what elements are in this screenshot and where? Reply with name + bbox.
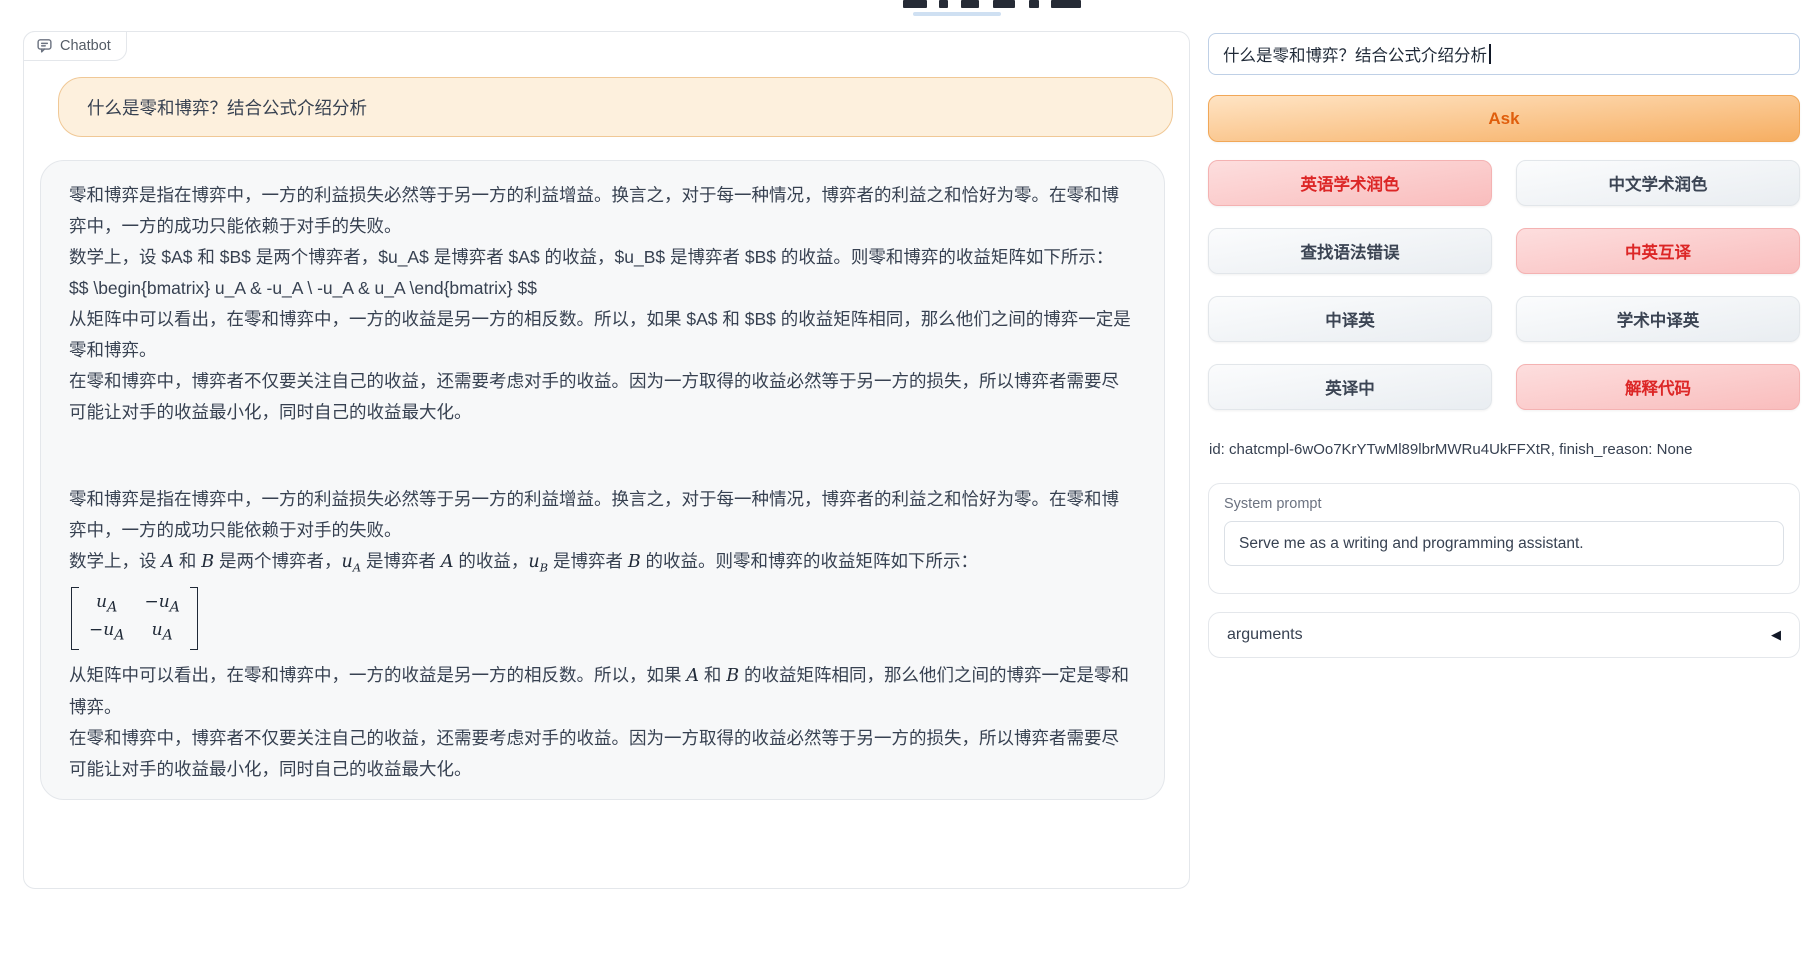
arguments-accordion-label: arguments: [1227, 626, 1303, 644]
bot-paragraph: 零和博弈是指在博弈中，一方的利益损失必然等于另一方的利益增益。换言之，对于每一种…: [69, 484, 1136, 546]
chatbot-label: Chatbot: [60, 38, 111, 54]
arguments-accordion[interactable]: arguments ◀: [1208, 612, 1800, 658]
text-caret: [1489, 44, 1491, 64]
title-fragment: [1029, 0, 1039, 8]
paragraph-gap: [69, 428, 1136, 484]
completion-status-line: id: chatcmpl-6wOo7KrYTwMl89lbrMWRu4UkFFX…: [1209, 440, 1801, 460]
chat-bubble-icon: [36, 37, 53, 54]
system-prompt-value: Serve me as a writing and programming as…: [1239, 535, 1584, 553]
ask-button[interactable]: Ask: [1208, 95, 1800, 142]
question-input[interactable]: 什么是零和博弈？结合公式介绍分析: [1208, 33, 1800, 75]
bot-paragraph: 在零和博弈中，博弈者不仅要关注自己的收益，还需要考虑对手的收益。因为一方取得的收…: [69, 366, 1136, 428]
system-prompt-card: System prompt Serve me as a writing and …: [1208, 483, 1800, 594]
action-button-chinese-academic-polish[interactable]: 中文学术润色: [1516, 160, 1800, 206]
collapse-arrow-icon: ◀: [1771, 627, 1781, 643]
bot-paragraph: 零和博弈是指在博弈中，一方的利益损失必然等于另一方的利益增益。换言之，对于每一种…: [69, 180, 1136, 242]
action-button-explain-code[interactable]: 解释代码: [1516, 364, 1800, 410]
bot-paragraph-math: 数学上，设 A 和 B 是两个博弈者，uA 是博弈者 A 的收益，uB 是博弈者…: [69, 546, 1136, 584]
bot-paragraph-latex: $$ \begin{bmatrix} u_A & -u_A \ -u_A & u…: [69, 273, 1136, 304]
title-fragment: [903, 0, 927, 8]
bot-paragraph: 从矩阵中可以看出，在零和博弈中，一方的收益是另一方的相反数。所以，如果 $A$ …: [69, 304, 1136, 366]
user-message-bubble: 什么是零和博弈？结合公式介绍分析: [58, 77, 1173, 137]
matrix-bracket-right: [190, 587, 198, 651]
title-fragment: [1051, 0, 1081, 8]
title-fragment: [939, 0, 948, 8]
action-button-academic-zh-to-en[interactable]: 学术中译英: [1516, 296, 1800, 342]
chatbot-panel: Chatbot 什么是零和博弈？结合公式介绍分析 零和博弈是指在博弈中，一方的利…: [23, 31, 1190, 889]
action-button-zh-to-en[interactable]: 中译英: [1208, 296, 1492, 342]
action-button-en-to-zh[interactable]: 英译中: [1208, 364, 1492, 410]
action-button-zh-en-mutual-translate[interactable]: 中英互译: [1516, 228, 1800, 274]
question-input-value: 什么是零和博弈？结合公式介绍分析: [1223, 42, 1487, 66]
user-message-text: 什么是零和博弈？结合公式介绍分析: [87, 95, 367, 120]
bot-message-bubble: 零和博弈是指在博弈中，一方的利益损失必然等于另一方的利益增益。换言之，对于每一种…: [40, 160, 1165, 800]
bot-paragraph-math: 从矩阵中可以看出，在零和博弈中，一方的收益是另一方的相反数。所以，如果 A 和 …: [69, 660, 1136, 723]
matrix-bracket-left: [71, 587, 79, 651]
system-prompt-label: System prompt: [1224, 496, 1784, 512]
app-page: Chatbot 什么是零和博弈？结合公式介绍分析 零和博弈是指在博弈中，一方的利…: [0, 0, 1814, 961]
matrix-cell: −uA: [89, 619, 124, 646]
bot-paragraph: 在零和博弈中，博弈者不仅要关注自己的收益，还需要考虑对手的收益。因为一方取得的收…: [69, 723, 1136, 785]
action-button-english-academic-polish[interactable]: 英语学术润色: [1208, 160, 1492, 206]
matrix-cell: −uA: [144, 591, 179, 618]
matrix-cell: uA: [152, 619, 173, 646]
title-fragment: [993, 0, 1015, 8]
system-prompt-input[interactable]: Serve me as a writing and programming as…: [1224, 521, 1784, 566]
clipped-page-title: [903, 0, 1113, 10]
chatbot-label-tab: Chatbot: [23, 31, 127, 61]
matrix-cell: uA: [96, 591, 117, 618]
title-fragment: [961, 0, 979, 8]
quick-actions-grid: 英语学术润色 中文学术润色 查找语法错误 中英互译 中译英 学术中译英 英译中 …: [1208, 160, 1800, 410]
action-button-find-grammar-errors[interactable]: 查找语法错误: [1208, 228, 1492, 274]
bot-paragraph: 数学上，设 $A$ 和 $B$ 是两个博弈者，$u_A$ 是博弈者 $A$ 的收…: [69, 242, 1136, 273]
payoff-matrix: uA −uA −uA uA: [71, 587, 198, 651]
title-underline: [913, 12, 1001, 16]
